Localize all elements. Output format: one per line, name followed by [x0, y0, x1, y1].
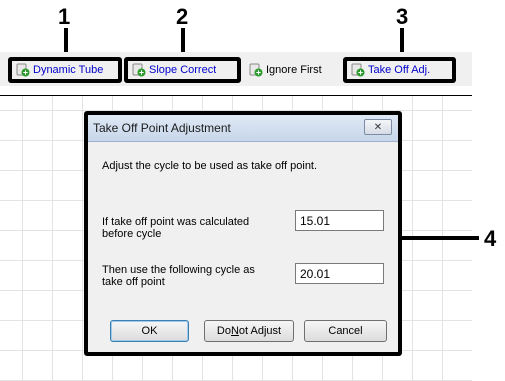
close-icon: ✕: [373, 121, 383, 133]
take-off-adj-label: Take Off Adj.: [368, 64, 431, 76]
tube-add-icon: [16, 63, 30, 77]
dialog-message: Adjust the cycle to be used as take off …: [102, 160, 318, 172]
take-off-adj-button[interactable]: Take Off Adj.: [343, 57, 456, 83]
before-cycle-input[interactable]: [295, 210, 384, 231]
callout-2: 2: [176, 4, 189, 29]
take-off-point-dialog: Take Off Point Adjustment ✕ Adjust the c…: [84, 111, 402, 356]
dynamic-tube-label: Dynamic Tube: [33, 64, 104, 76]
do-not-adjust-mnemonic: N: [230, 325, 239, 337]
do-not-adjust-pre: Do: [216, 325, 231, 337]
slope-correct-button[interactable]: Slope Correct: [124, 57, 241, 83]
use-cycle-input[interactable]: [295, 263, 384, 284]
use-cycle-label: Then use the following cycle as take off…: [102, 264, 255, 288]
do-not-adjust-post: ot Adjust: [238, 325, 282, 337]
tube-add-icon: [132, 63, 146, 77]
callout-4: 4: [484, 226, 497, 251]
close-button[interactable]: ✕: [364, 119, 392, 135]
before-cycle-label: If take off point was calculated before …: [102, 216, 250, 240]
dialog-titlebar[interactable]: Take Off Point Adjustment ✕: [88, 115, 398, 142]
callout-4-line: [402, 236, 479, 240]
callout-1: 1: [58, 4, 71, 29]
divider: [0, 95, 472, 96]
ok-button[interactable]: OK: [110, 320, 189, 342]
dialog-title: Take Off Point Adjustment: [93, 121, 231, 135]
dynamic-tube-button[interactable]: Dynamic Tube: [8, 57, 122, 83]
callout-3: 3: [396, 4, 409, 29]
slope-correct-label: Slope Correct: [149, 64, 217, 76]
cancel-button[interactable]: Cancel: [304, 320, 387, 342]
tube-add-icon: [249, 63, 263, 77]
ignore-first-button[interactable]: Ignore First: [245, 57, 341, 83]
tube-add-icon: [351, 63, 365, 77]
ignore-first-label: Ignore First: [266, 64, 322, 76]
do-not-adjust-button[interactable]: Do Not Adjust: [204, 320, 294, 342]
